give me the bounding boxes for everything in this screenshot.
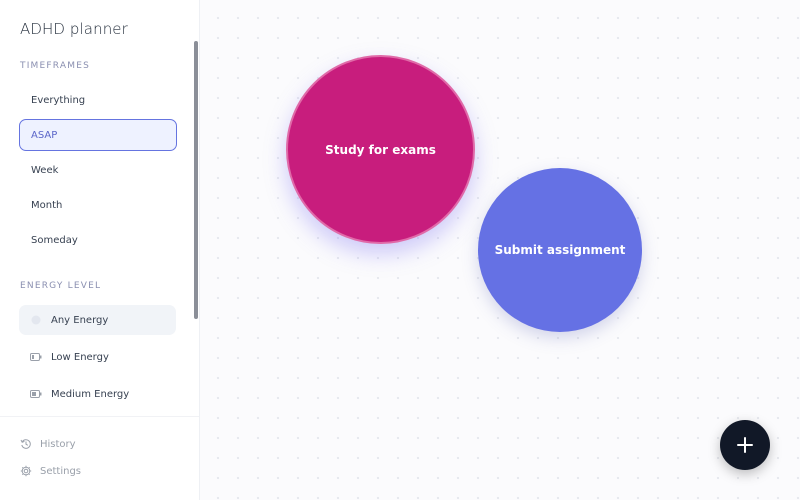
timeframe-label: Month [31,199,63,211]
energy-low[interactable]: Low Energy [19,342,176,372]
app-title: ADHD planner [20,20,128,38]
timeframe-label: Someday [31,234,78,246]
energy-label: Low Energy [51,351,109,363]
circle-icon [30,314,42,326]
task-label: Study for exams [325,142,436,157]
history-label: History [40,438,76,450]
battery-low-icon [30,351,42,363]
energy-label: Medium Energy [51,388,130,400]
timeframe-everything[interactable]: Everything [19,84,177,116]
sidebar-scrollbar[interactable] [194,41,198,319]
sidebar-divider [0,416,199,417]
gear-icon [20,465,32,477]
energy-label: Any Energy [51,314,109,326]
timeframe-label: Week [31,164,59,176]
task-bubble-submit-assignment[interactable]: Submit assignment [478,168,642,332]
timeframes-label: TIMEFRAMES [20,61,90,71]
timeframe-someday[interactable]: Someday [19,224,177,256]
settings-label: Settings [40,465,82,477]
plus-icon [737,437,753,453]
energy-level-label: ENERGY LEVEL [20,281,102,291]
add-task-button[interactable] [720,420,770,470]
timeframe-week[interactable]: Week [19,154,177,186]
task-canvas[interactable]: Study for exams Submit assignment [200,0,800,500]
task-label: Submit assignment [494,243,626,257]
history-link[interactable]: History [20,438,76,450]
history-icon [20,439,31,449]
energy-any[interactable]: Any Energy [19,305,176,335]
settings-link[interactable]: Settings [20,465,81,477]
timeframe-asap[interactable]: ASAP [19,119,177,151]
energy-medium[interactable]: Medium Energy [19,379,176,409]
timeframe-month[interactable]: Month [19,189,177,221]
timeframe-label: ASAP [31,129,58,141]
battery-medium-icon [30,388,42,400]
task-bubble-study-for-exams[interactable]: Study for exams [286,55,475,244]
timeframe-label: Everything [31,94,86,106]
sidebar: ADHD planner TIMEFRAMES Everything ASAP … [0,0,200,500]
